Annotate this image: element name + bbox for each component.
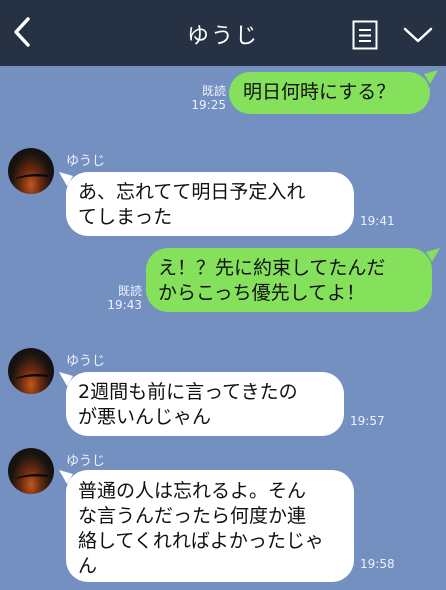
back-chevron-icon[interactable] xyxy=(8,14,36,50)
outgoing-message-bubble[interactable]: え！？先に約束してたんだ からこっち優先してよ！ xyxy=(146,248,432,312)
message-time: 19:58 xyxy=(360,557,395,571)
sender-name: ゆうじ xyxy=(66,154,106,169)
bubble-tail xyxy=(426,248,440,262)
message-time: 19:25 xyxy=(191,98,226,112)
message-text-line: な言うんだったら何度か連 xyxy=(78,505,307,527)
read-receipt: 既読 xyxy=(201,84,226,98)
chat-header: ゆうじ xyxy=(0,0,446,66)
message-meta: 既読 19:25 xyxy=(180,84,226,112)
incoming-message-bubble[interactable]: あ、忘れてて明日予定入れ てしまった xyxy=(66,172,354,236)
sender-name: ゆうじ xyxy=(66,354,106,369)
incoming-message-bubble[interactable]: 普通の人は忘れるよ。そん な言うんだったら何度か連 絡してくれればよかったじゃ … xyxy=(66,470,354,582)
message-meta: 既読 19:43 xyxy=(96,284,142,312)
message-time: 19:41 xyxy=(360,214,395,228)
message-text-line: てしまった xyxy=(78,206,173,228)
outgoing-message-bubble[interactable]: 明日何時にする？ xyxy=(229,72,430,114)
message-text-line: が悪いんじゃん xyxy=(78,406,212,428)
notes-icon[interactable] xyxy=(352,20,378,50)
message-text-line: あ、忘れてて明日予定入れ xyxy=(78,181,306,203)
message-text: 明日何時にする？ xyxy=(243,81,396,103)
sender-name: ゆうじ xyxy=(66,454,106,469)
incoming-message-bubble[interactable]: 2週間も前に言ってきたの が悪いんじゃん xyxy=(66,372,344,436)
message-text-line: え！？先に約束してたんだ xyxy=(158,257,386,279)
avatar[interactable] xyxy=(8,148,54,194)
chat-title: ゆうじ xyxy=(186,24,259,49)
avatar[interactable] xyxy=(8,348,54,394)
read-receipt: 既読 xyxy=(117,284,142,298)
bubble-tail xyxy=(424,70,438,84)
message-text-line: からこっち優先してよ！ xyxy=(158,282,366,304)
message-text-line: ん xyxy=(78,555,98,577)
avatar[interactable] xyxy=(8,448,54,494)
message-text-line: 2週間も前に言ってきたの xyxy=(78,381,298,403)
message-text-line: 絡してくれればよかったじゃ xyxy=(78,530,324,552)
chevron-down-icon[interactable] xyxy=(402,25,434,45)
message-time: 19:57 xyxy=(350,414,385,428)
message-text-line: 普通の人は忘れるよ。そん xyxy=(78,480,307,502)
message-time: 19:43 xyxy=(107,298,142,312)
